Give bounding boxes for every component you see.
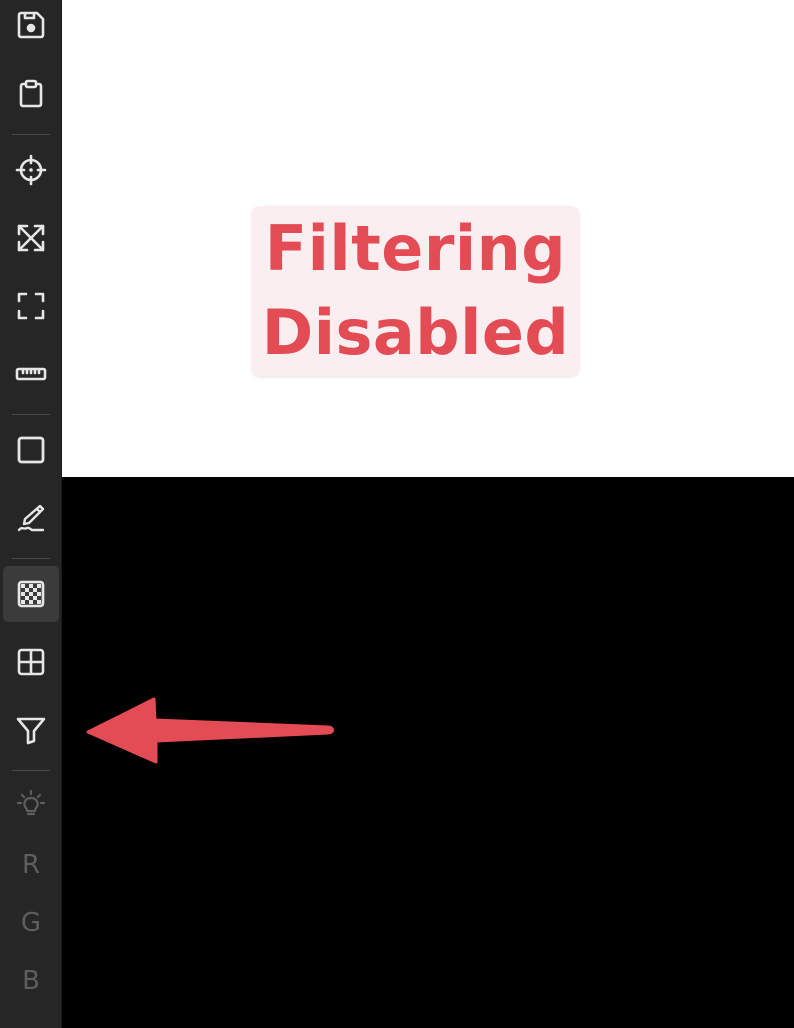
save-icon bbox=[17, 11, 45, 39]
arrow-left-icon bbox=[86, 697, 334, 764]
channel-b-label: B bbox=[22, 966, 40, 996]
checkerboard-button[interactable] bbox=[3, 566, 59, 622]
checkerboard-icon bbox=[17, 580, 45, 608]
toolbar-divider bbox=[12, 414, 50, 415]
toolbar-divider bbox=[12, 558, 50, 559]
left-toolbar: R G B bbox=[0, 0, 62, 1028]
crosshair-button[interactable] bbox=[3, 142, 59, 198]
app-window: R G B Filtering Disabled bbox=[0, 0, 794, 1028]
fullscreen-button[interactable] bbox=[3, 278, 59, 334]
draw-button[interactable] bbox=[3, 490, 59, 546]
filtering-disabled-notice: Filtering Disabled bbox=[252, 206, 579, 376]
expand-button[interactable] bbox=[3, 210, 59, 266]
fullscreen-corners-icon bbox=[17, 292, 45, 320]
lightbulb-icon bbox=[16, 789, 46, 816]
channel-g-label: G bbox=[20, 908, 42, 938]
clipboard-button[interactable] bbox=[3, 66, 59, 122]
toolbar-divider bbox=[12, 770, 50, 771]
square-icon bbox=[17, 436, 45, 464]
filter-icon bbox=[16, 717, 46, 745]
ruler-button[interactable] bbox=[3, 346, 59, 402]
rectangle-button[interactable] bbox=[3, 422, 59, 478]
clipboard-icon bbox=[19, 79, 43, 108]
pen-signature-icon bbox=[17, 504, 45, 532]
channel-g-button[interactable]: G bbox=[3, 900, 59, 946]
channel-b-button[interactable]: B bbox=[3, 958, 59, 1004]
filter-button[interactable] bbox=[3, 702, 59, 758]
grid-icon bbox=[17, 648, 45, 676]
lighting-button[interactable] bbox=[3, 776, 59, 832]
toolbar-divider bbox=[12, 134, 50, 135]
grid-button[interactable] bbox=[3, 634, 59, 690]
crosshair-icon bbox=[15, 154, 47, 186]
save-button[interactable] bbox=[3, 0, 59, 53]
notice-line-2: Disabled bbox=[261, 296, 570, 369]
channel-r-button[interactable]: R bbox=[3, 842, 59, 888]
expand-arrows-icon bbox=[17, 224, 45, 252]
channel-r-label: R bbox=[21, 850, 41, 880]
notice-line-1: Filtering bbox=[264, 212, 567, 285]
ruler-icon bbox=[15, 367, 47, 381]
